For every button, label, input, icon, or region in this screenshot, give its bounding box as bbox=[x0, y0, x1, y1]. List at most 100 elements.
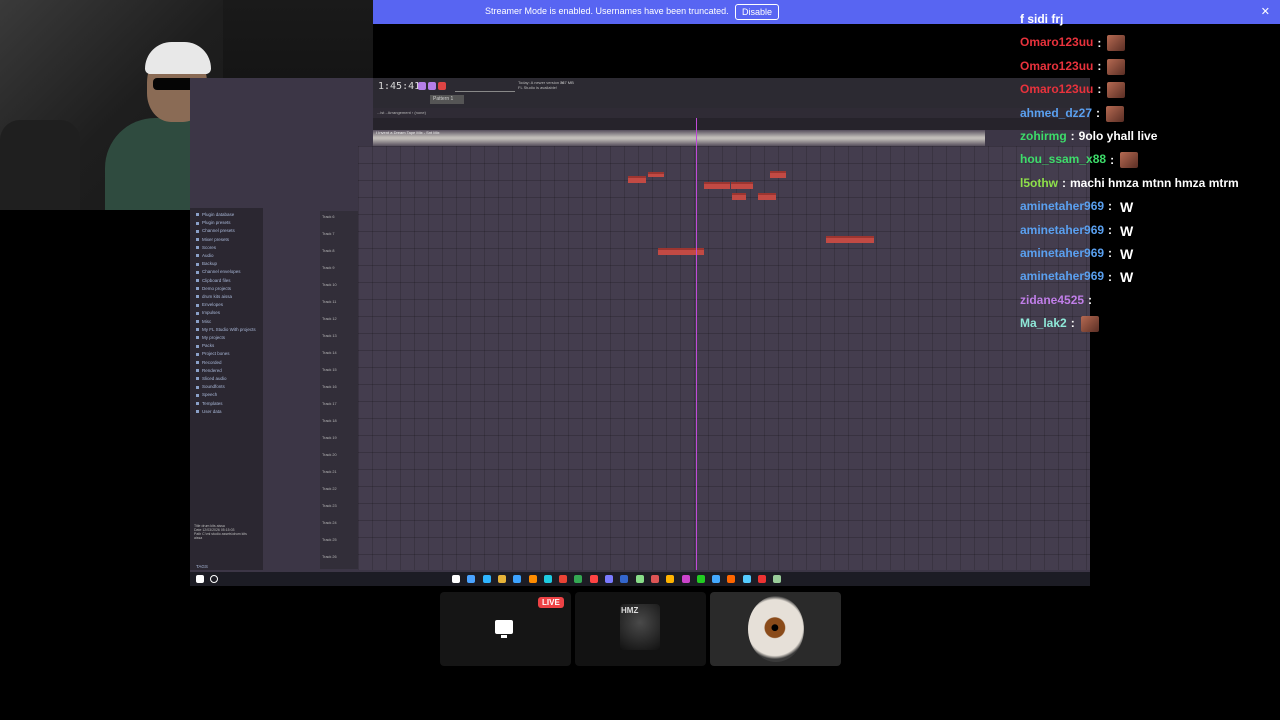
chat-username[interactable]: f sidi frj bbox=[1020, 12, 1063, 26]
track-label[interactable]: Track 8 bbox=[322, 249, 335, 253]
chat-username[interactable]: ahmed_dz27 bbox=[1020, 106, 1092, 120]
chat-username[interactable]: Omaro123uu bbox=[1020, 82, 1093, 96]
chat-username[interactable]: Omaro123uu bbox=[1020, 36, 1093, 50]
snap-icon[interactable] bbox=[438, 82, 446, 90]
chat-username[interactable]: aminetaher969 bbox=[1020, 223, 1104, 237]
browser-item[interactable]: Audio bbox=[196, 253, 214, 258]
taskbar-app-icon[interactable] bbox=[513, 575, 522, 583]
chat-username[interactable]: zidane4525 bbox=[1020, 293, 1084, 307]
taskbar-app-icon[interactable] bbox=[574, 575, 583, 583]
clip[interactable] bbox=[704, 182, 730, 189]
browser-item[interactable]: Demo projects bbox=[196, 286, 231, 291]
browser-item[interactable]: Recorded bbox=[196, 360, 222, 365]
clip[interactable] bbox=[628, 176, 646, 183]
chat-username[interactable]: aminetaher969 bbox=[1020, 199, 1104, 213]
track-label[interactable]: Track 14 bbox=[322, 351, 337, 355]
browser-item[interactable]: Rendered bbox=[196, 368, 222, 373]
track-label[interactable]: Track 21 bbox=[322, 470, 337, 474]
playlist-grid[interactable] bbox=[358, 146, 1090, 570]
track-label[interactable]: Track 15 bbox=[322, 368, 337, 372]
clip[interactable] bbox=[648, 172, 664, 177]
taskbar-app-icon[interactable] bbox=[650, 575, 659, 583]
browser-item[interactable]: My FL Studio With projects bbox=[196, 327, 256, 332]
browser-item[interactable]: Mixer presets bbox=[196, 237, 229, 242]
taskbar-app-icon[interactable] bbox=[681, 575, 690, 583]
clip[interactable] bbox=[731, 182, 753, 189]
chat-username[interactable]: Omaro123uu bbox=[1020, 59, 1093, 73]
taskbar-app-icon[interactable] bbox=[666, 575, 675, 583]
browser-item[interactable]: Packs bbox=[196, 343, 214, 348]
track-label[interactable]: Track 22 bbox=[322, 487, 337, 491]
taskbar-app-icon[interactable] bbox=[635, 575, 644, 583]
browser-item[interactable]: Clipboard files bbox=[196, 278, 231, 283]
taskbar-app-icon[interactable] bbox=[696, 575, 705, 583]
track-label[interactable]: Track 26 bbox=[322, 555, 337, 559]
browser-item[interactable]: Project bones bbox=[196, 351, 230, 356]
taskbar-app-icon[interactable] bbox=[712, 575, 721, 583]
browser-item[interactable]: Plugin database bbox=[196, 212, 234, 217]
participant-tile-user[interactable]: HMZ bbox=[575, 592, 706, 666]
participant-tile-eye[interactable] bbox=[710, 592, 841, 666]
track-label[interactable]: Track 10 bbox=[322, 283, 337, 287]
clip[interactable] bbox=[732, 193, 746, 200]
track-label[interactable]: Track 12 bbox=[322, 317, 337, 321]
taskbar-app-icon[interactable] bbox=[497, 575, 506, 583]
taskbar-app-icon[interactable] bbox=[758, 575, 766, 583]
disable-button[interactable]: Disable bbox=[735, 4, 780, 20]
chat-username[interactable]: Ma_lak2 bbox=[1020, 316, 1067, 330]
track-label[interactable]: Track 6 bbox=[322, 215, 335, 219]
clip[interactable] bbox=[658, 248, 704, 255]
windows-start-icon[interactable] bbox=[196, 575, 204, 583]
track-label[interactable]: Track 19 bbox=[322, 436, 337, 440]
browser-item[interactable]: drum kits aissa bbox=[196, 294, 232, 299]
browser-item[interactable]: Impulses bbox=[196, 310, 220, 315]
taskbar-app-icon[interactable] bbox=[589, 575, 598, 583]
track-label[interactable]: Track 23 bbox=[322, 504, 337, 508]
track-label[interactable]: Track 17 bbox=[322, 402, 337, 406]
browser-item[interactable]: Plugin presets bbox=[196, 220, 231, 225]
playhead[interactable] bbox=[696, 118, 697, 570]
chat-username[interactable]: zohirmg bbox=[1020, 129, 1067, 143]
taskbar-app-icon[interactable] bbox=[559, 575, 568, 583]
clip[interactable] bbox=[770, 171, 786, 178]
track-label[interactable]: Track 18 bbox=[322, 419, 337, 423]
browser-item[interactable]: Templates bbox=[196, 401, 223, 406]
browser-item[interactable]: Channel presets bbox=[196, 228, 235, 233]
taskbar-app-icon[interactable] bbox=[742, 575, 751, 583]
chat-username[interactable]: l5othw bbox=[1020, 176, 1058, 190]
browser-item[interactable]: My projects bbox=[196, 335, 225, 340]
browser-item[interactable]: Soundfonts bbox=[196, 384, 225, 389]
pattern-selector[interactable]: Pattern 1 bbox=[430, 95, 464, 104]
taskbar-app-icon[interactable] bbox=[452, 575, 460, 583]
chat-username[interactable]: aminetaher969 bbox=[1020, 270, 1104, 284]
browser-item[interactable]: Channel envelopes bbox=[196, 269, 241, 274]
chat-username[interactable]: aminetaher969 bbox=[1020, 246, 1104, 260]
taskbar-app-icon[interactable] bbox=[727, 575, 736, 583]
browser-item[interactable]: Backup bbox=[196, 261, 217, 266]
track-label[interactable]: Track 13 bbox=[322, 334, 337, 338]
taskbar-app-icon[interactable] bbox=[605, 575, 613, 583]
taskbar-app-icon[interactable] bbox=[482, 575, 491, 583]
search-icon[interactable] bbox=[210, 575, 218, 583]
browser-item[interactable]: User data bbox=[196, 409, 222, 414]
pattern-icon[interactable] bbox=[428, 82, 436, 90]
clip[interactable] bbox=[826, 236, 874, 243]
browser-item[interactable]: Speech bbox=[196, 392, 217, 397]
taskbar-app-icon[interactable] bbox=[773, 575, 782, 583]
track-label[interactable]: Track 24 bbox=[322, 521, 337, 525]
track-label[interactable]: Track 11 bbox=[322, 300, 336, 304]
taskbar-app-icon[interactable] bbox=[620, 575, 629, 583]
timeline-ruler[interactable] bbox=[373, 118, 1090, 130]
clip[interactable] bbox=[758, 193, 776, 200]
browser-item[interactable]: Sliced audio bbox=[196, 376, 227, 381]
audio-clip-waveform[interactable] bbox=[373, 130, 985, 146]
browser-item[interactable]: Scores bbox=[196, 245, 216, 250]
taskbar-app-icon[interactable] bbox=[543, 575, 552, 583]
track-label[interactable]: Track 20 bbox=[322, 453, 337, 457]
track-label[interactable]: Track 9 bbox=[322, 266, 335, 270]
track-label[interactable]: Track 7 bbox=[322, 232, 335, 236]
taskbar-app-icon[interactable] bbox=[528, 575, 537, 583]
chat-username[interactable]: hou_ssam_x88 bbox=[1020, 153, 1106, 167]
record-icon[interactable] bbox=[418, 82, 426, 90]
track-label[interactable]: Track 25 bbox=[322, 538, 337, 542]
